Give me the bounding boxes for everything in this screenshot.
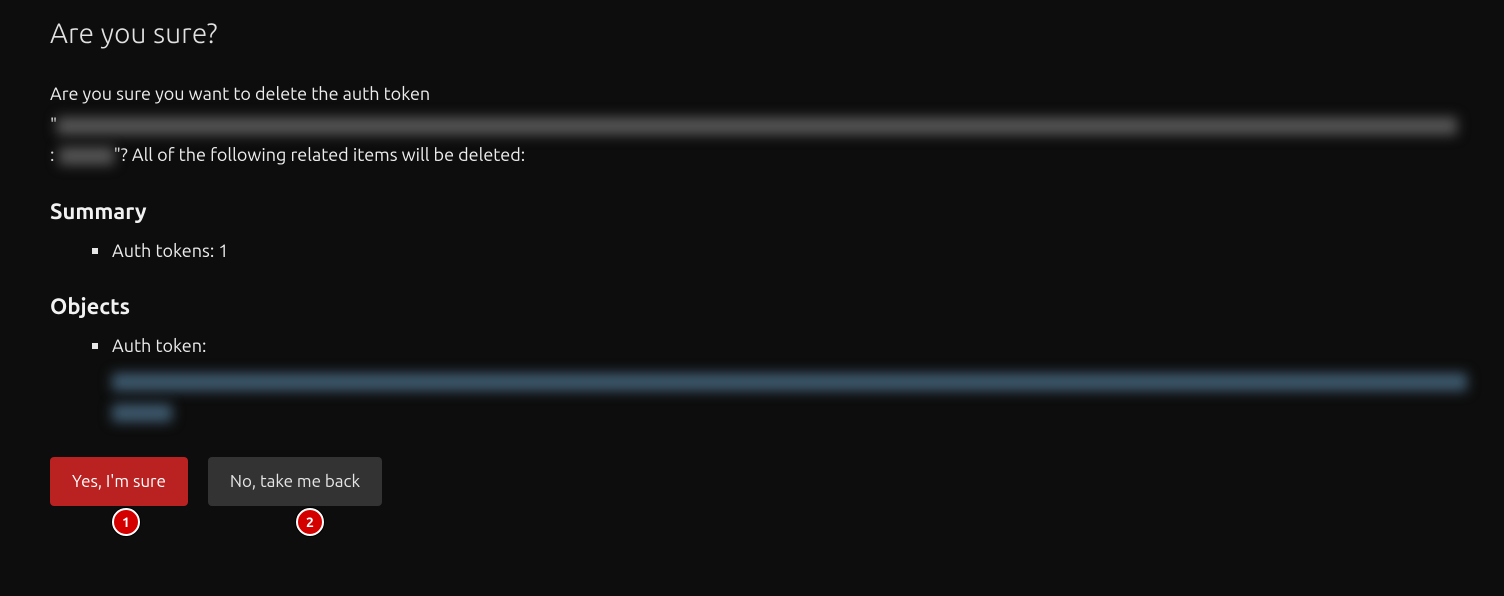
page-title: Are you sure? <box>50 18 1454 49</box>
confirm-delete-button[interactable]: Yes, I'm sure <box>50 457 188 506</box>
summary-list: Auth tokens: 1 <box>50 236 1454 267</box>
annotation-marker-1: 1 <box>112 508 140 536</box>
confirm-prefix: Are you sure you want to delete the auth… <box>50 84 430 104</box>
objects-list: Auth token: <box>50 331 1454 427</box>
confirm-paragraph: Are you sure you want to delete the auth… <box>50 79 1454 171</box>
action-bar: Yes, I'm sure No, take me back <box>50 457 1454 506</box>
confirm-suffix: All of the following related items will … <box>132 145 525 165</box>
summary-item: Auth tokens: 1 <box>92 236 1454 267</box>
object-item: Auth token: <box>92 331 1454 427</box>
annotation-marker-2: 2 <box>296 508 324 536</box>
summary-item-count: 1 <box>218 241 228 261</box>
sep-prefix: : <box>50 145 59 165</box>
summary-item-label: Auth tokens <box>112 241 210 261</box>
summary-heading: Summary <box>50 199 1454 224</box>
redacted-token-line2 <box>59 147 114 165</box>
close-quote: "? <box>114 145 132 165</box>
objects-heading: Objects <box>50 294 1454 319</box>
redacted-object-link-line2[interactable] <box>112 404 172 422</box>
open-quote: " <box>50 115 57 135</box>
cancel-button[interactable]: No, take me back <box>208 457 382 506</box>
object-item-label: Auth token: <box>112 336 206 356</box>
redacted-object-link-line1[interactable] <box>112 373 1467 391</box>
redacted-token-line1 <box>57 117 1457 135</box>
